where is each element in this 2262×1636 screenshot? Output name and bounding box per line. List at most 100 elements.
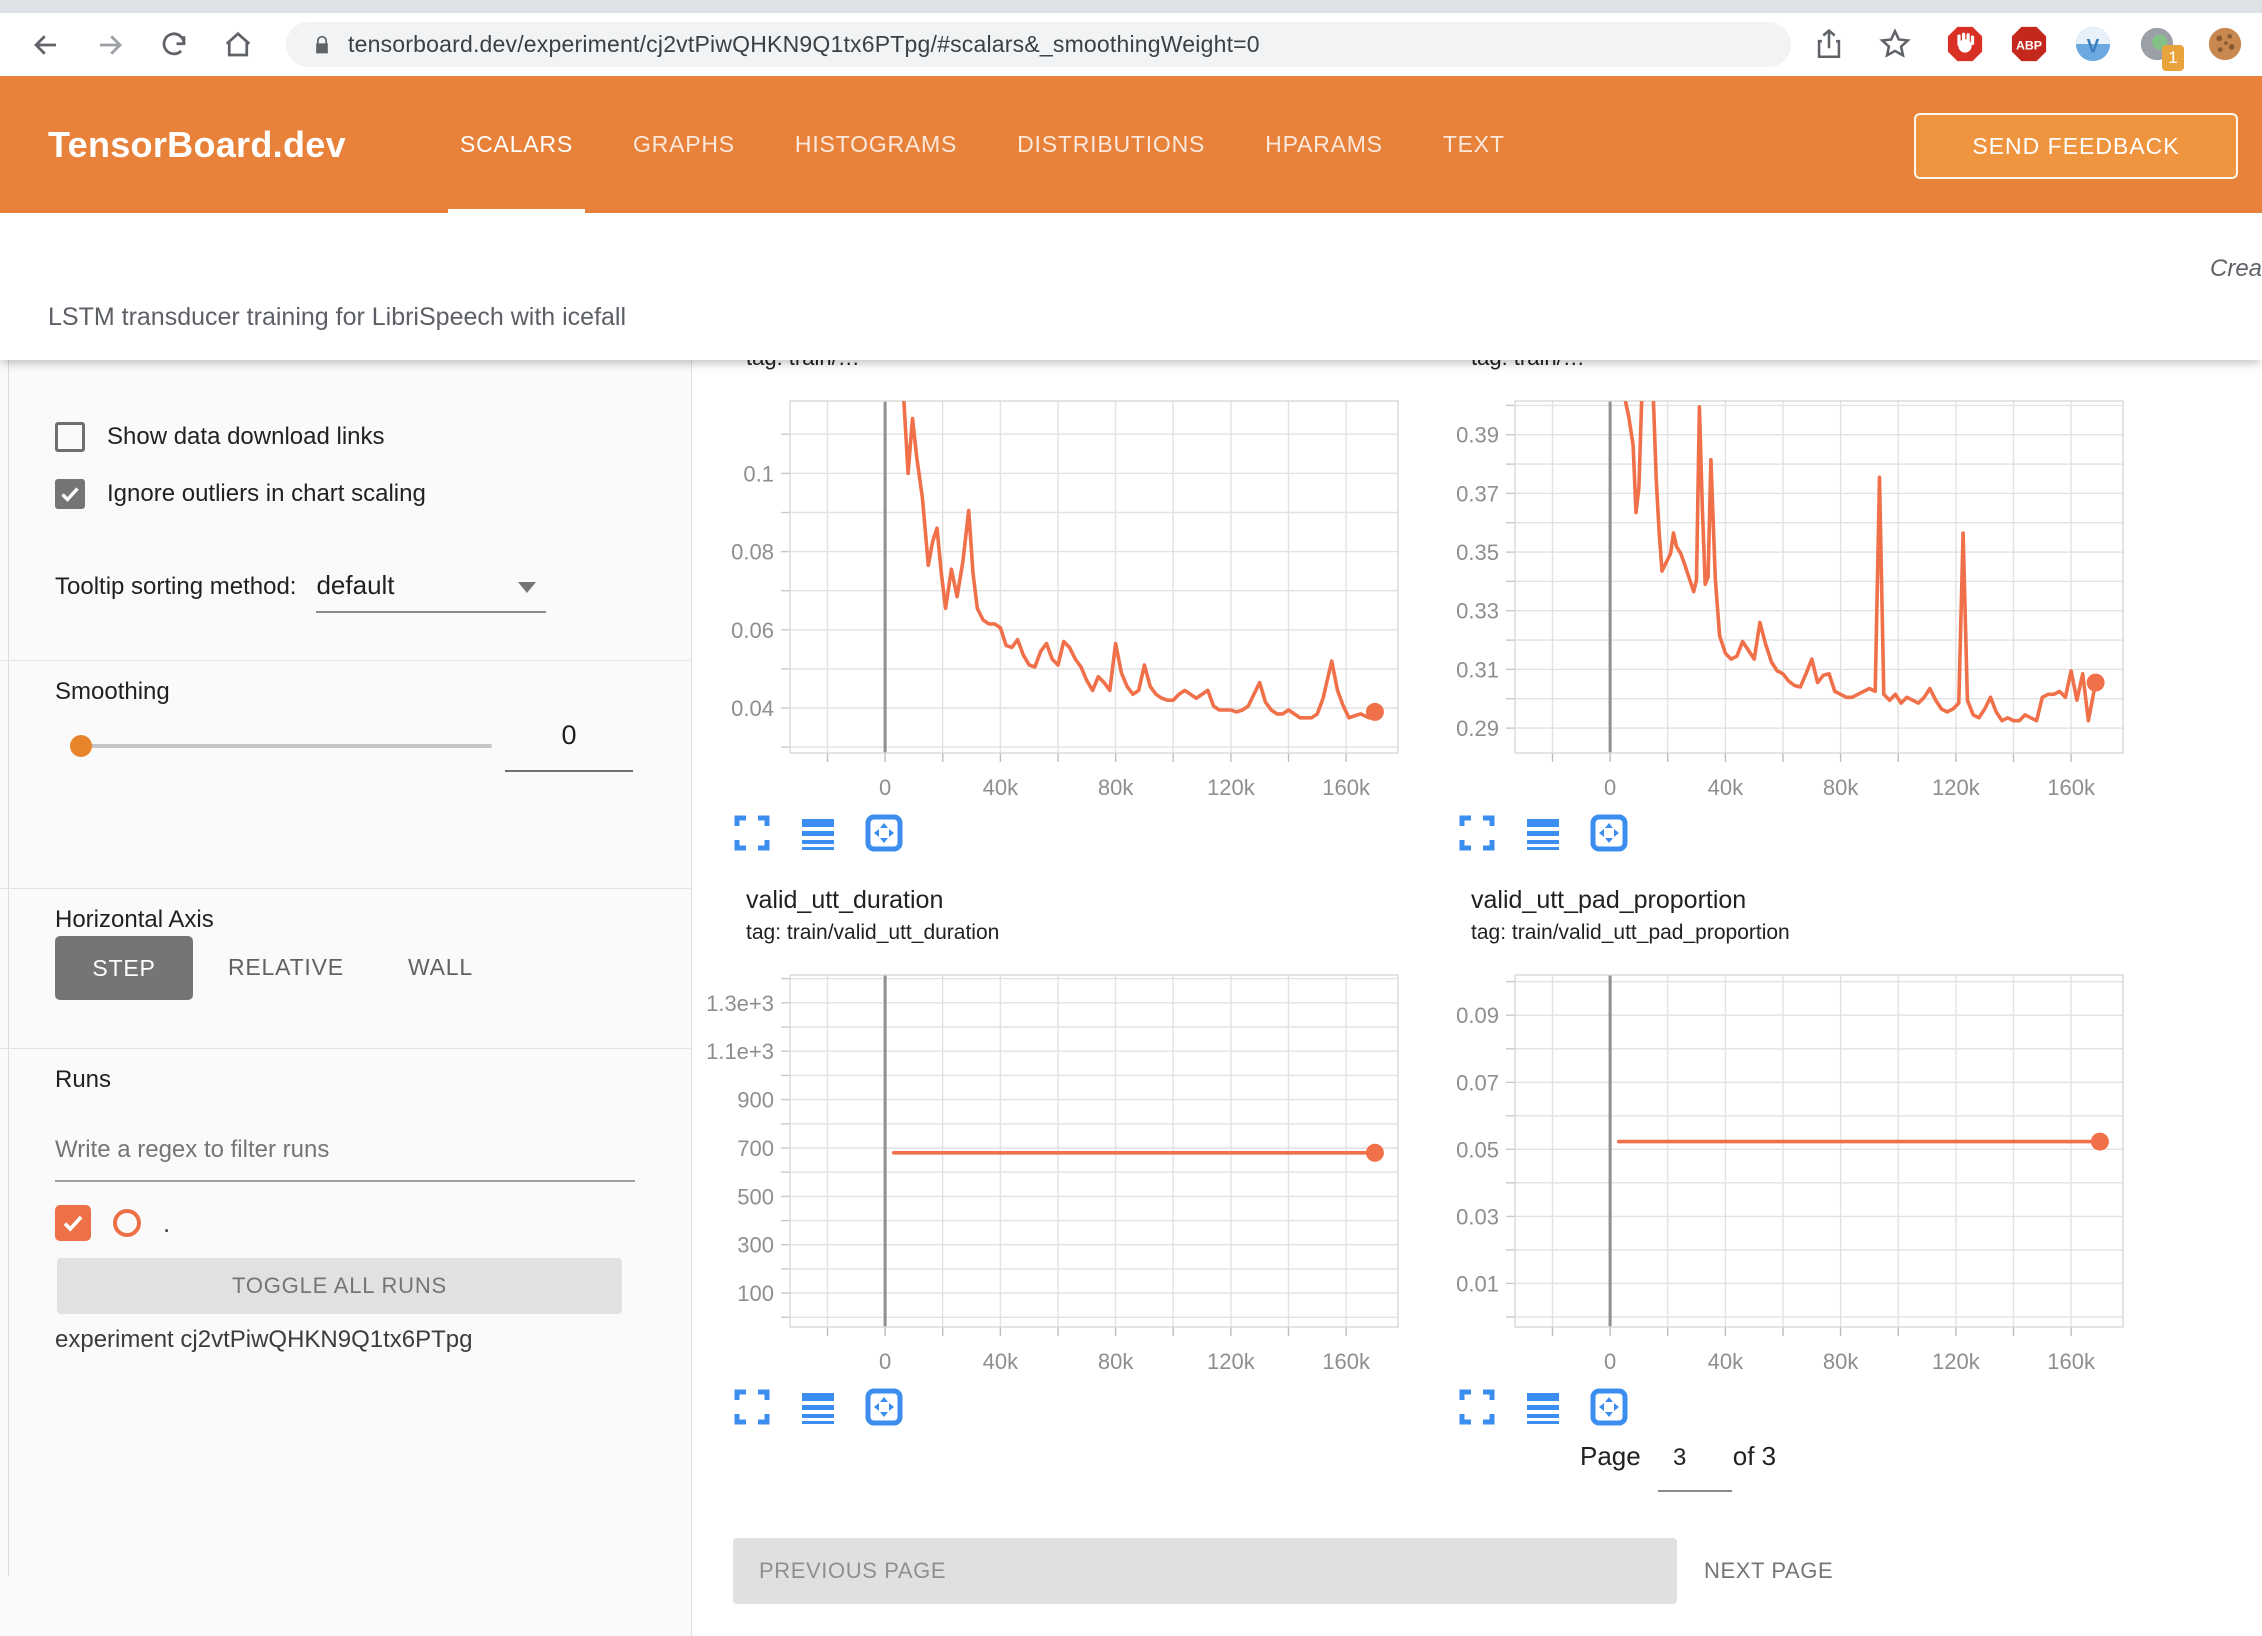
abp-extension-icon[interactable]: ABP [2010, 25, 2048, 63]
chart-plot[interactable]: 0.040.060.080.1040k80k120k160k [700, 376, 1400, 806]
ignore-outliers-checkbox[interactable]: Ignore outliers in chart scaling [55, 479, 426, 509]
fullscreen-icon[interactable] [732, 1387, 772, 1427]
page-label: Page [1580, 1441, 1641, 1472]
created-date-clipped: Created [2210, 255, 2262, 283]
svg-text:80k: 80k [1098, 775, 1134, 800]
svg-text:160k: 160k [1322, 1349, 1371, 1374]
toggle-all-runs-button[interactable]: TOGGLE ALL RUNS [57, 1258, 622, 1314]
checkbox-unchecked-icon[interactable] [55, 422, 85, 452]
address-bar[interactable]: tensorboard.dev/experiment/cj2vtPiwQHKN9… [286, 22, 1791, 67]
send-feedback-button[interactable]: SEND FEEDBACK [1914, 113, 2238, 179]
tab-text[interactable]: TEXT [1413, 76, 1535, 213]
run-color-swatch [113, 1209, 141, 1237]
fullscreen-icon[interactable] [732, 813, 772, 853]
experiment-header: Created LSTM transducer training for Lib… [0, 213, 2262, 360]
extension-badge: 1 [2162, 45, 2184, 71]
svg-text:0.05: 0.05 [1456, 1137, 1499, 1162]
pan-zoom-icon[interactable] [864, 1387, 904, 1427]
previous-page-button[interactable]: PREVIOUS PAGE [733, 1538, 1677, 1604]
svg-text:0.1: 0.1 [743, 461, 774, 486]
axis-wall-button[interactable]: WALL [408, 954, 473, 981]
fullscreen-icon[interactable] [1457, 813, 1497, 853]
chart-plot[interactable]: 0.290.310.330.350.370.39040k80k120k160k [1425, 376, 2125, 806]
svg-text:0.33: 0.33 [1456, 599, 1499, 624]
nav-tabs: SCALARS GRAPHS HISTOGRAMS DISTRIBUTIONS … [430, 76, 1535, 213]
svg-text:700: 700 [737, 1136, 774, 1161]
home-icon[interactable] [220, 27, 256, 63]
chart-clipped-tag: tag: train/… [700, 360, 1400, 376]
fullscreen-icon[interactable] [1457, 1387, 1497, 1427]
cookie-extension-icon[interactable] [2206, 25, 2244, 63]
run-name: . [163, 1208, 170, 1239]
vimium-label: V [2087, 37, 2100, 58]
chart-tag: tag: train/valid_utt_duration [746, 921, 1400, 945]
svg-text:120k: 120k [1207, 775, 1256, 800]
horizontal-axis-heading: Horizontal Axis [55, 906, 214, 934]
svg-text:120k: 120k [1932, 1349, 1981, 1374]
runs-regex-input[interactable]: Write a regex to filter runs [55, 1136, 329, 1164]
smoothing-slider-thumb[interactable] [70, 735, 92, 757]
abp-label: ABP [2016, 39, 2042, 53]
tooltip-sorting-dropdown[interactable]: default [316, 570, 546, 613]
bookmark-star-icon[interactable] [1878, 27, 1912, 61]
settings-sidebar: Show data download links Ignore outliers… [0, 360, 692, 1636]
svg-text:300: 300 [737, 1233, 774, 1258]
chart-card: valid_utt_duration tag: train/valid_utt_… [700, 880, 1400, 1429]
share-icon[interactable] [1812, 27, 1846, 61]
svg-text:1.3e+3: 1.3e+3 [706, 991, 774, 1016]
adblock-extension-icon[interactable] [1946, 25, 1984, 63]
experiment-title: LSTM transducer training for LibriSpeech… [48, 303, 626, 332]
reload-icon[interactable] [156, 27, 192, 63]
forward-icon[interactable] [92, 27, 128, 63]
data-lines-icon[interactable] [1523, 813, 1563, 853]
tab-scalars[interactable]: SCALARS [430, 76, 603, 213]
svg-text:0.08: 0.08 [731, 540, 774, 565]
tab-distributions[interactable]: DISTRIBUTIONS [987, 76, 1235, 213]
data-lines-icon[interactable] [1523, 1387, 1563, 1427]
chart-title: valid_utt_duration [746, 886, 1400, 915]
tensorboard-appbar: TensorBoard.dev SCALARS GRAPHS HISTOGRAM… [0, 76, 2262, 213]
lock-icon [312, 33, 332, 57]
tab-histograms[interactable]: HISTOGRAMS [765, 76, 987, 213]
svg-text:40k: 40k [983, 775, 1019, 800]
run-checkbox[interactable] [55, 1205, 91, 1241]
svg-text:80k: 80k [1098, 1349, 1134, 1374]
page-number-input[interactable]: 3 [1645, 1438, 1715, 1472]
page-of-label: of 3 [1733, 1441, 1776, 1472]
checkbox-checked-icon[interactable] [55, 479, 85, 509]
divider [0, 888, 691, 889]
svg-text:0.31: 0.31 [1456, 657, 1499, 682]
smoothing-heading: Smoothing [55, 678, 170, 706]
vimium-extension-icon[interactable]: V [2074, 25, 2112, 63]
svg-text:0.37: 0.37 [1456, 481, 1499, 506]
pan-zoom-icon[interactable] [1589, 1387, 1629, 1427]
app-logo[interactable]: TensorBoard.dev [48, 124, 346, 166]
chart-toolbar [1425, 1385, 2125, 1429]
axis-relative-button[interactable]: RELATIVE [228, 954, 344, 981]
chart-plot[interactable]: 0.010.030.050.070.09040k80k120k160k [1425, 950, 2125, 1380]
pan-zoom-icon[interactable] [1589, 813, 1629, 853]
pagination: Page 3 of 3 [1580, 1438, 1776, 1472]
svg-text:40k: 40k [983, 1349, 1019, 1374]
show-download-links-checkbox[interactable]: Show data download links [55, 422, 385, 452]
smoothing-value-underline [505, 770, 633, 772]
svg-text:160k: 160k [2047, 1349, 2096, 1374]
data-lines-icon[interactable] [798, 1387, 838, 1427]
next-page-button[interactable]: NEXT PAGE [1704, 1538, 1833, 1604]
data-lines-icon[interactable] [798, 813, 838, 853]
svg-text:40k: 40k [1708, 775, 1744, 800]
divider [0, 1048, 691, 1049]
privacy-extension-icon[interactable]: 1 [2138, 25, 2176, 63]
smoothing-value-input[interactable]: 0 [505, 720, 633, 751]
tab-hparams[interactable]: HPARAMS [1235, 76, 1413, 213]
runs-regex-underline [55, 1180, 635, 1182]
pan-zoom-icon[interactable] [864, 813, 904, 853]
smoothing-slider[interactable] [80, 744, 492, 748]
chart-plot[interactable]: 1003005007009001.1e+31.3e+3040k80k120k16… [700, 950, 1400, 1380]
tab-graphs[interactable]: GRAPHS [603, 76, 765, 213]
axis-step-button[interactable]: STEP [55, 936, 193, 1000]
charts-panel: tag: train/…0.040.060.080.1040k80k120k16… [692, 360, 2262, 1636]
svg-text:0: 0 [879, 1349, 891, 1374]
back-icon[interactable] [28, 27, 64, 63]
svg-text:80k: 80k [1823, 775, 1859, 800]
